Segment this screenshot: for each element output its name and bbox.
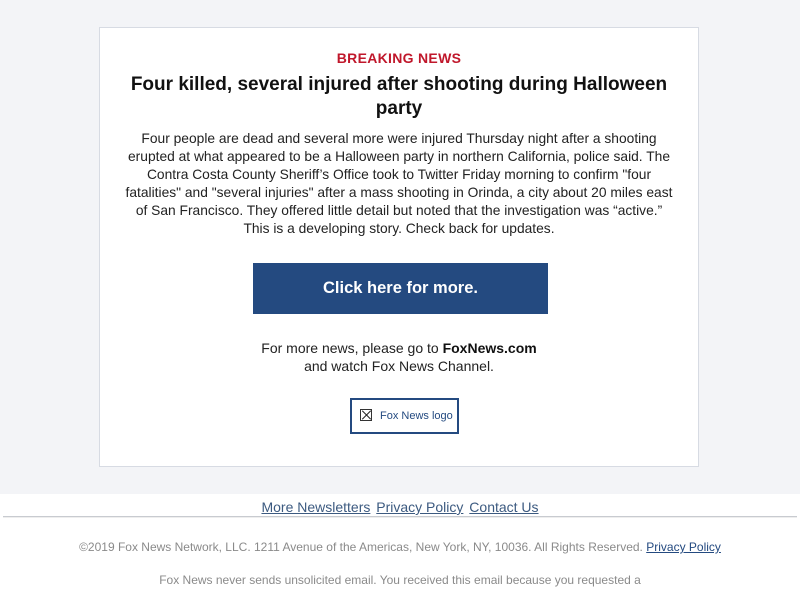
email-disclaimer: Fox News never sends unsolicited email. … — [159, 573, 641, 587]
foxnews-link[interactable]: FoxNews.com — [443, 340, 537, 356]
headline: Four killed, several injured after shoot… — [130, 74, 668, 119]
more-news-text: For more news, please go to FoxNews.com … — [100, 339, 698, 375]
copyright-privacy-link[interactable]: Privacy Policy — [646, 540, 721, 554]
more-news-suffix: and watch Fox News Channel. — [304, 358, 494, 374]
more-newsletters-link[interactable]: More Newsletters — [261, 499, 370, 515]
contact-us-link[interactable]: Contact Us — [469, 499, 538, 515]
more-news-prefix: For more news, please go to — [261, 340, 443, 356]
privacy-policy-link[interactable]: Privacy Policy — [376, 499, 463, 515]
copyright-text: ©2019 Fox News Network, LLC. 1211 Avenue… — [79, 540, 643, 554]
click-here-button[interactable]: Click here for more. — [253, 263, 548, 314]
article-body: Four people are dead and several more we… — [125, 131, 673, 236]
footer-links: More Newsletters Privacy Policy Contact … — [0, 499, 800, 515]
news-alert-card: BREAKING NEWS Four killed, several injur… — [99, 27, 699, 467]
breaking-news-label: BREAKING NEWS — [336, 50, 462, 66]
footer-divider — [3, 516, 797, 517]
logo-alt-text: Fox News logo — [380, 410, 453, 422]
copyright-notice: ©2019 Fox News Network, LLC. 1211 Avenue… — [0, 540, 800, 554]
fox-news-logo[interactable]: Fox News logo — [350, 398, 459, 434]
broken-image-icon — [360, 409, 372, 421]
